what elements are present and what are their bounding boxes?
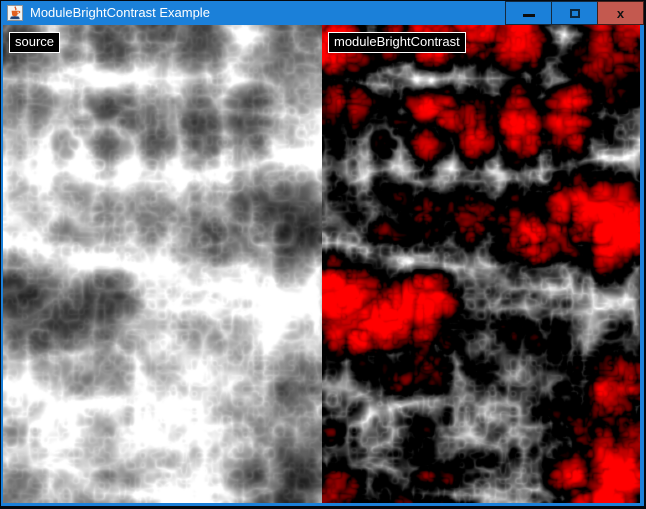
- close-icon: x: [617, 7, 624, 20]
- output-label: moduleBrightContrast: [328, 32, 466, 53]
- close-button[interactable]: x: [597, 1, 644, 25]
- titlebar[interactable]: ModuleBrightContrast Example x: [1, 1, 644, 25]
- panel-source: source: [3, 25, 322, 503]
- source-label: source: [9, 32, 60, 53]
- minimize-button[interactable]: [505, 1, 552, 25]
- maximize-button[interactable]: [551, 1, 598, 25]
- minimize-icon: [523, 14, 535, 17]
- app-window: ModuleBrightContrast Example x source mo…: [0, 0, 646, 509]
- java-coffee-cup-icon: [7, 5, 23, 21]
- content-area: source moduleBrightContrast: [3, 25, 640, 503]
- output-image-canvas: [322, 25, 640, 503]
- window-frame: source moduleBrightContrast: [1, 25, 644, 506]
- source-image-canvas: [3, 25, 322, 503]
- window-title: ModuleBrightContrast Example: [30, 1, 210, 25]
- maximize-icon: [570, 9, 580, 18]
- window-controls: x: [506, 1, 644, 25]
- panel-output: moduleBrightContrast: [322, 25, 640, 503]
